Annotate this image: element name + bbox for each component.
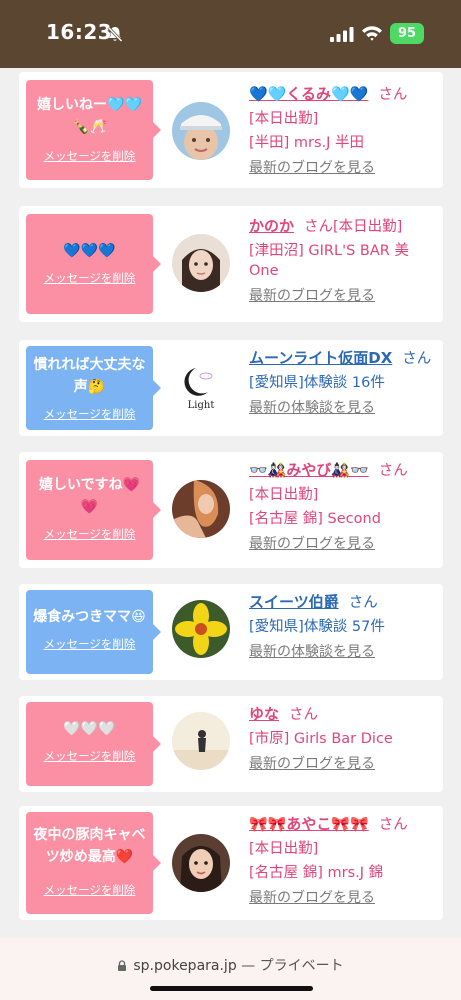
info-line: One	[249, 263, 279, 279]
card-info: 💙🩵くるみ🩵💙 さん [本日出勤] [半田] mrs.J 半田 最新のブログを見る	[249, 84, 437, 177]
avatar[interactable]	[172, 712, 230, 770]
avatar[interactable]: Light	[172, 356, 230, 414]
lock-icon	[118, 960, 127, 971]
info-line: [津田沼] GIRL'S BAR 美	[249, 243, 409, 259]
info-line: [名古屋 錦] Second	[249, 511, 381, 527]
battery-indicator: 95	[390, 23, 424, 44]
battery-level: 95	[397, 26, 417, 41]
info-line: [本日出勤]	[249, 841, 319, 857]
message-bubble: 夜中の豚肉キャベ ツ炒め最高❤️ メッセージを削除	[26, 812, 161, 914]
message-text: 💗	[80, 499, 99, 515]
message-text: 🍾🥂	[72, 119, 107, 135]
honorific: さん	[378, 87, 408, 103]
message-bubble: 嬉しいねー🩵🩵 🍾🥂 メッセージを削除	[26, 80, 161, 180]
avatar[interactable]	[172, 234, 230, 292]
list-item: 嬉しいねー🩵🩵 🍾🥂 メッセージを削除 💙🩵くるみ🩵💙 さん [本日出勤] [半田	[19, 72, 443, 188]
honorific: さん	[378, 817, 408, 833]
url-text: sp.pokepara.jp	[133, 958, 237, 974]
message-bubble: 慣れれば大丈夫な 声🤔 メッセージを削除	[26, 346, 161, 430]
list-item: 💙💙💙 メッセージを削除 かのか さん[本日出勤] [津田沼] GIRL'S BA…	[19, 206, 443, 322]
message-text: 慣れれば大丈夫な	[33, 357, 146, 373]
logo-text: Light	[188, 400, 215, 411]
avatar-photo-kanoka	[172, 234, 230, 292]
avatar-photo-flower	[172, 600, 230, 658]
avatar-photo-yuna	[172, 712, 230, 770]
honorific: さん[本日出勤]	[304, 219, 403, 235]
home-indicator[interactable]	[150, 986, 313, 991]
cellular-signal-icon	[330, 27, 354, 42]
info-line: [本日出勤]	[249, 111, 319, 127]
private-label: — プライベート	[241, 958, 344, 974]
delete-message-link[interactable]: メッセージを削除	[26, 636, 153, 652]
card-info: スイーツ伯爵 さん [愛知県]体験談 57件 最新の体験談を見る	[249, 592, 437, 661]
name-link[interactable]: 💙🩵くるみ🩵💙	[249, 85, 368, 103]
avatar[interactable]	[172, 600, 230, 658]
message-bubble: 🤍🤍🤍 メッセージを削除	[26, 702, 161, 786]
info-line: [市原] Girls Bar Dice	[249, 731, 393, 747]
honorific: さん	[378, 463, 408, 479]
info-line: [愛知県]体験談 16件	[249, 375, 385, 391]
message-text: 夜中の豚肉キャベ	[33, 827, 146, 843]
delete-message-link[interactable]: メッセージを削除	[26, 270, 153, 286]
avatar-photo-kurumi	[172, 102, 230, 160]
info-line: [愛知県]体験談 57件	[249, 619, 385, 635]
message-text: 嬉しいですね💗	[38, 477, 140, 493]
delete-message-link[interactable]: メッセージを削除	[26, 148, 153, 164]
info-line: [本日出勤]	[249, 487, 319, 503]
name-link[interactable]: 👓🎎みやび🎎👓	[249, 461, 369, 479]
card-info: かのか さん[本日出勤] [津田沼] GIRL'S BAR 美 One 最新のブロ…	[249, 216, 437, 305]
name-link[interactable]: かのか	[249, 217, 294, 235]
list-item: 慣れれば大丈夫な 声🤔 メッセージを削除 Light ムーンライト仮面DX さん …	[19, 340, 443, 436]
status-time: 16:23	[46, 20, 113, 44]
message-bubble: 嬉しいですね💗 💗 メッセージを削除	[26, 460, 161, 560]
card-info: ゆな さん [市原] Girls Bar Dice 最新のブログを見る	[249, 704, 437, 773]
message-text: 🤍🤍🤍	[63, 721, 116, 737]
message-bubble: 爆食みつきママ😆 メッセージを削除	[26, 590, 161, 674]
avatar[interactable]	[172, 480, 230, 538]
message-text: ツ炒め最高❤️	[45, 849, 134, 865]
status-bar: 16:23 95	[0, 0, 461, 68]
blog-link[interactable]: 最新のブログを見る	[249, 755, 437, 773]
delete-message-link[interactable]: メッセージを削除	[26, 526, 153, 542]
honorific: さん	[348, 595, 378, 611]
browser-address-bar[interactable]: sp.pokepara.jp — プライベート	[0, 938, 461, 1000]
blog-link[interactable]: 最新のブログを見る	[249, 535, 437, 553]
info-line: [半田] mrs.J 半田	[249, 135, 365, 151]
avatar[interactable]	[172, 102, 230, 160]
message-text: 爆食みつきママ😆	[33, 609, 146, 625]
name-link[interactable]: ゆな	[249, 705, 279, 723]
list-item: 夜中の豚肉キャベ ツ炒め最高❤️ メッセージを削除 🎀🎀あやこ🎀🎀 さん [本日出…	[19, 806, 443, 920]
message-text: 声🤔	[73, 379, 106, 395]
delete-message-link[interactable]: メッセージを削除	[26, 882, 153, 898]
avatar-photo-miyabi	[172, 480, 230, 538]
review-link[interactable]: 最新の体験談を見る	[249, 643, 437, 661]
card-info: 🎀🎀あやこ🎀🎀 さん [本日出勤] [名古屋 錦] mrs.J 錦 最新のブログを…	[249, 814, 437, 907]
blog-link[interactable]: 最新のブログを見る	[249, 159, 437, 177]
name-link[interactable]: ムーンライト仮面DX	[249, 349, 392, 367]
bell-muted-icon	[107, 26, 123, 43]
name-link[interactable]: 🎀🎀あやこ🎀🎀	[249, 815, 369, 833]
message-text: 💙💙💙	[63, 243, 116, 259]
list-item: 🤍🤍🤍 メッセージを削除 ゆな さん [市原] Girls Bar Dice 最新…	[19, 696, 443, 792]
list-item: 嬉しいですね💗 💗 メッセージを削除 👓🎎みやび🎎👓 さん [本日出勤] [名古屋…	[19, 452, 443, 568]
list-item: 爆食みつきママ😆 メッセージを削除 スイーツ伯爵さん [愛知県]体験談 57件	[19, 584, 443, 680]
blog-link[interactable]: 最新のブログを見る	[249, 287, 437, 305]
delete-message-link[interactable]: メッセージを削除	[26, 406, 153, 422]
card-info: ムーンライト仮面DX さん [愛知県]体験談 16件 最新の体験談を見る	[249, 348, 437, 417]
message-text: 嬉しいねー🩵🩵	[37, 97, 142, 113]
message-bubble: 💙💙💙 メッセージを削除	[26, 214, 161, 314]
card-info: 👓🎎みやび🎎👓 さん [本日出勤] [名古屋 錦] Second 最新のブログを見…	[249, 460, 437, 553]
delete-message-link[interactable]: メッセージを削除	[26, 748, 153, 764]
info-line: [名古屋 錦] mrs.J 錦	[249, 865, 384, 881]
avatar-photo-ayako	[172, 834, 230, 892]
honorific: さん	[289, 707, 319, 723]
url-display[interactable]: sp.pokepara.jp — プライベート	[0, 955, 461, 975]
wifi-icon	[362, 26, 382, 41]
blog-link[interactable]: 最新のブログを見る	[249, 889, 437, 907]
avatar[interactable]	[172, 834, 230, 892]
honorific: さん	[402, 351, 432, 367]
name-link[interactable]: スイーツ伯爵	[249, 593, 339, 611]
avatar-logo-moonlight: Light	[172, 356, 230, 414]
review-link[interactable]: 最新の体験談を見る	[249, 399, 437, 417]
